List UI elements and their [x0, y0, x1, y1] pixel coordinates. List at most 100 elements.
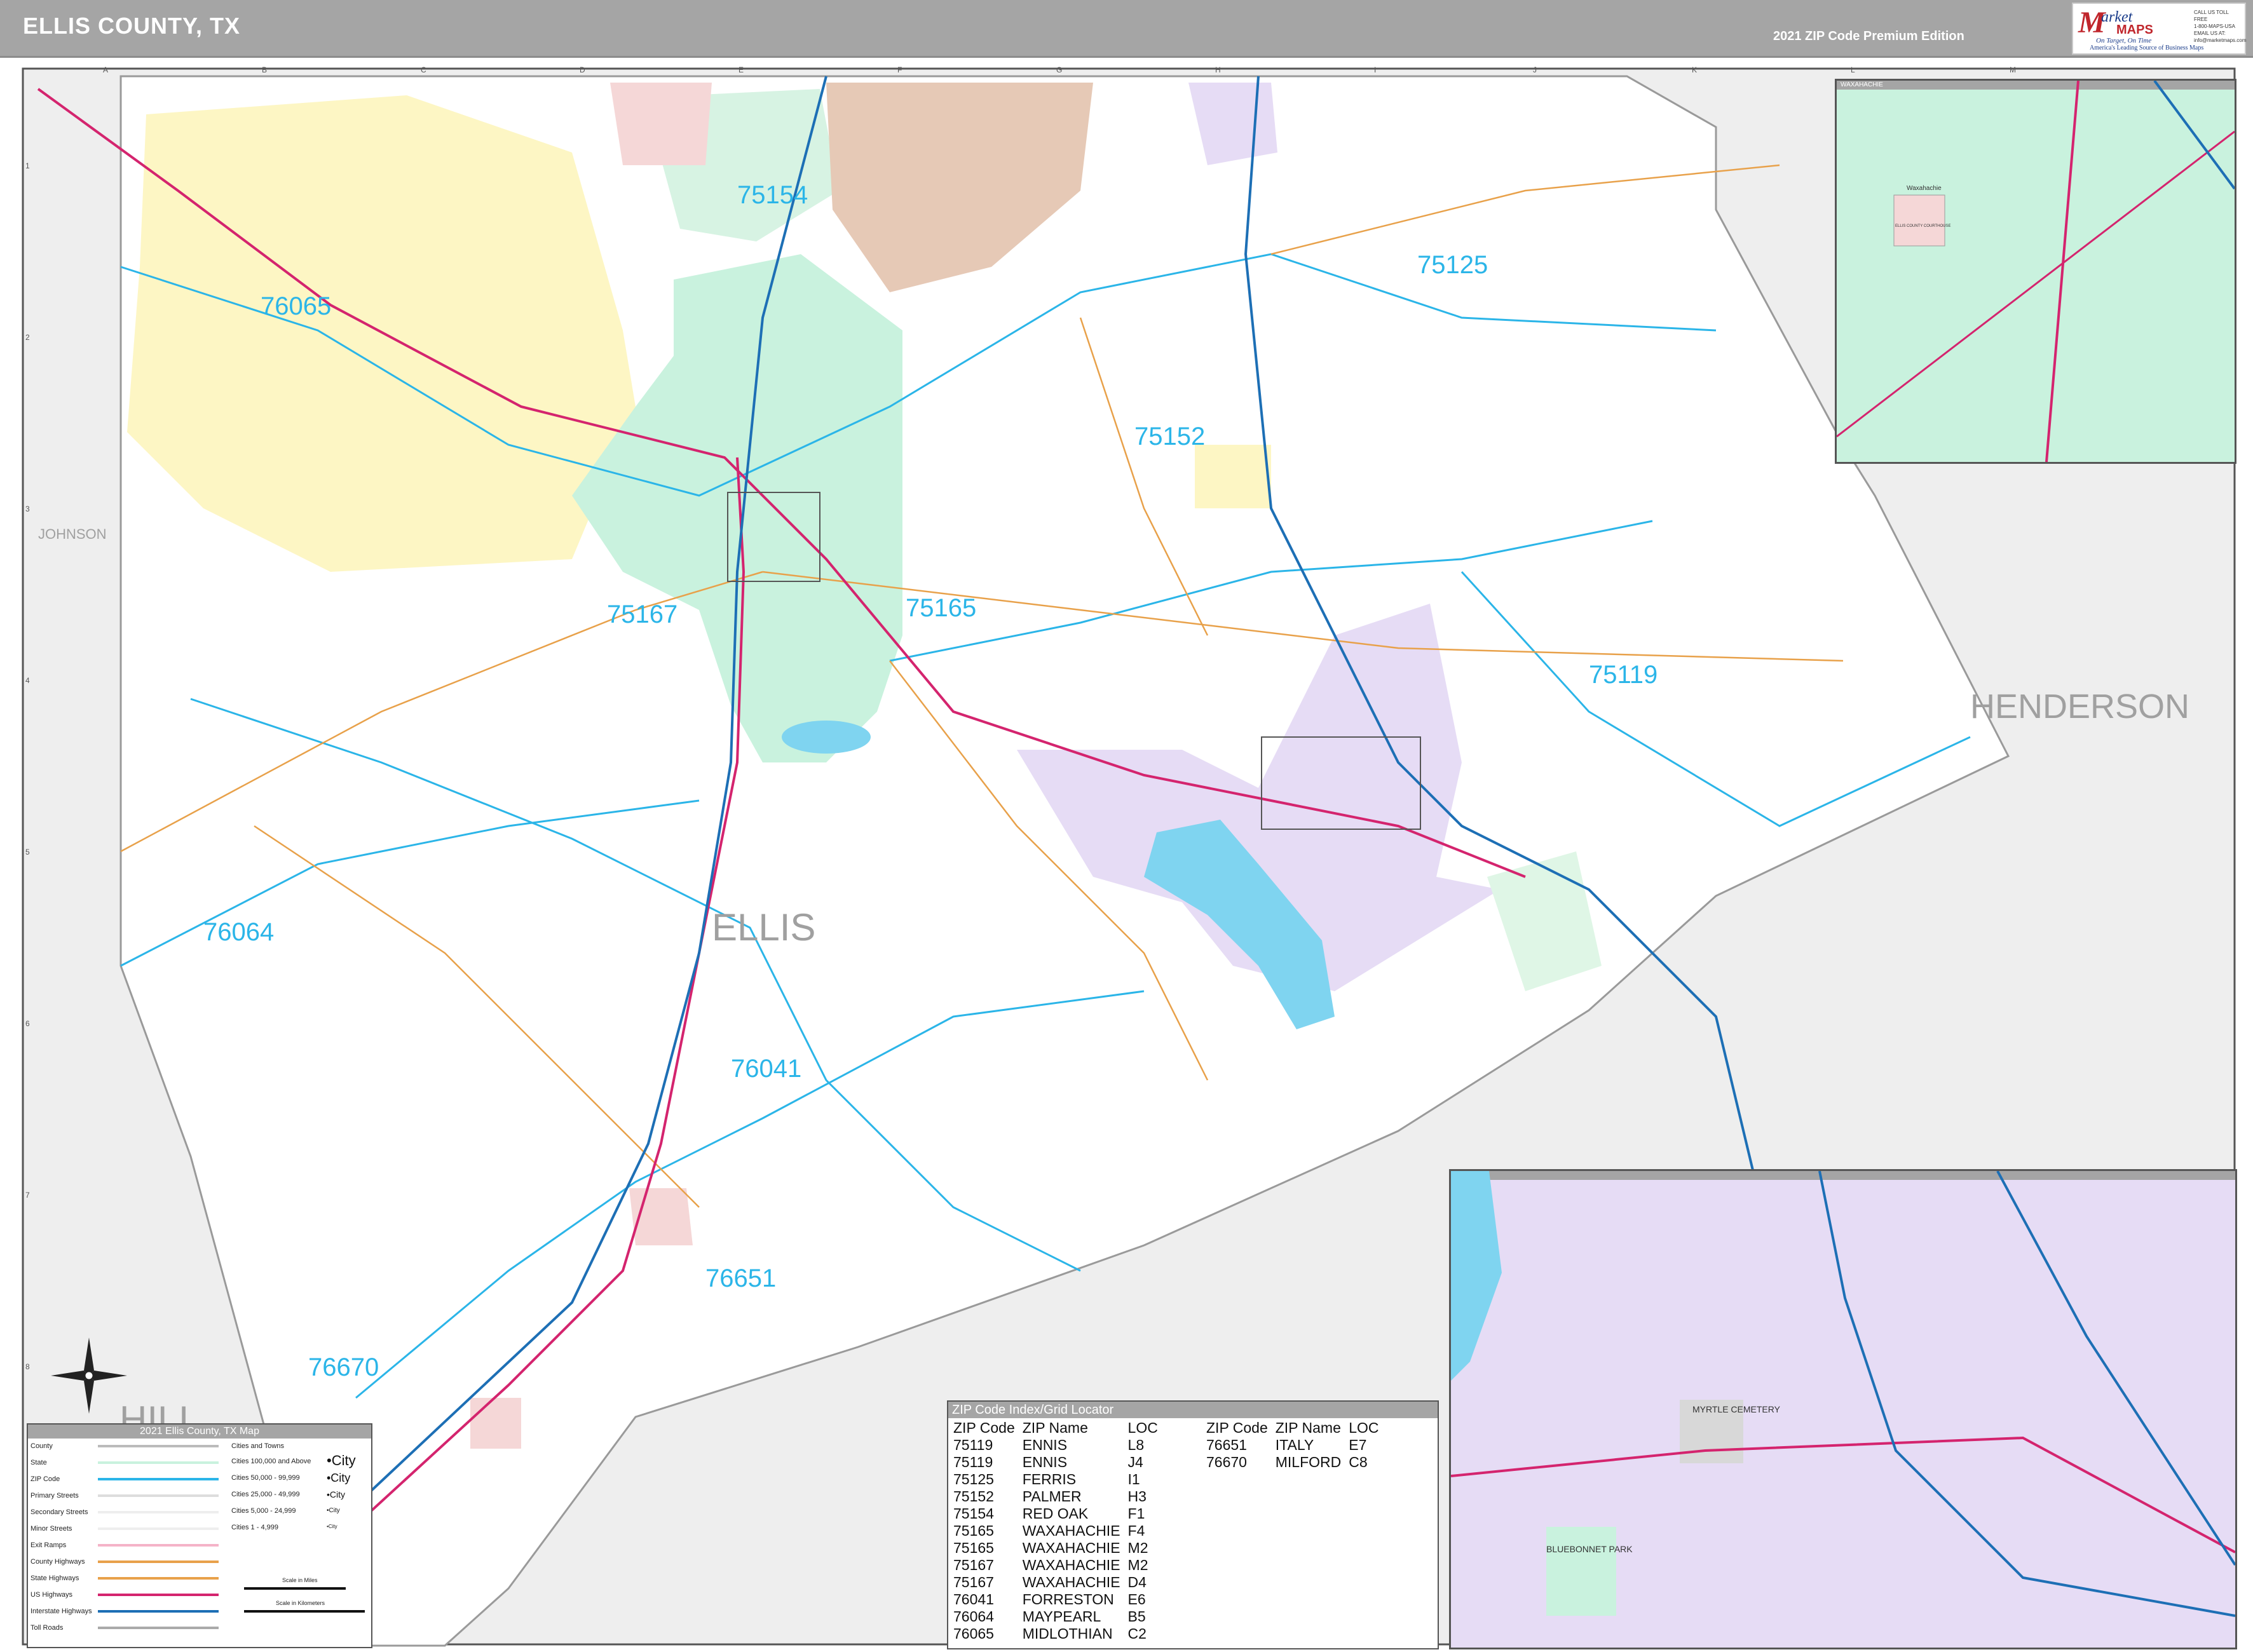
- zip-label: 75165: [906, 594, 976, 622]
- table-row: 75167 WAXAHACHIE D4: [950, 1574, 1162, 1591]
- zip-cell: 76064: [953, 1608, 994, 1625]
- table-header-row: ZIP Code ZIP Name LOC: [1202, 1419, 1383, 1437]
- zip-label: 75152: [1134, 423, 1205, 450]
- zip-label: 75125: [1417, 251, 1488, 279]
- legend-city-item: Cities 100,000 and Above: [231, 1458, 311, 1465]
- grid-row-label: 4: [25, 676, 30, 685]
- name-cell: MAYPEARL: [1022, 1608, 1101, 1625]
- legend-swatch: [98, 1511, 219, 1513]
- inset-place-label: Waxahachie: [1907, 185, 1942, 192]
- grid-column-label: G: [1056, 65, 1062, 74]
- table-row: 76041 FORRESTON E6: [950, 1591, 1162, 1608]
- grid-row-label: 8: [25, 1362, 30, 1371]
- grid-row-label: 3: [25, 504, 30, 513]
- column-header: ZIP Name: [1022, 1419, 1088, 1436]
- table-header-row: ZIP Code ZIP Name LOC: [950, 1419, 1162, 1437]
- loc-cell: C8: [1349, 1454, 1368, 1470]
- loc-cell: H3: [1127, 1488, 1147, 1505]
- zip-label: 76651: [705, 1264, 776, 1292]
- ennis-inset[interactable]: ENNIS MYRTLE CEMETERY BLUEBONNET PARK: [1449, 1169, 2237, 1649]
- zip-label: 75167: [607, 600, 677, 628]
- table-row: 75165 WAXAHACHIE M2: [950, 1540, 1162, 1557]
- ennis-inset-map: MYRTLE CEMETERY BLUEBONNET PARK: [1451, 1171, 2235, 1617]
- loc-cell: E6: [1127, 1591, 1146, 1608]
- inset-place-label: MYRTLE CEMETERY: [1692, 1404, 1781, 1414]
- legend-item: Exit Ramps: [31, 1541, 67, 1549]
- waxahachie-inset[interactable]: WAXAHACHIE Waxahachie ELLIS COUNTY COURT…: [1835, 79, 2236, 464]
- loc-cell: E7: [1349, 1437, 1367, 1453]
- name-cell: ITALY: [1275, 1437, 1314, 1453]
- table-row: 75167 WAXAHACHIE M2: [950, 1557, 1162, 1574]
- zip-index-table-right: ZIP Code ZIP Name LOC 76651 ITALY E7 76670…: [1202, 1419, 1383, 1471]
- grid-column-label: F: [897, 65, 902, 74]
- loc-cell: I1: [1127, 1471, 1140, 1487]
- zip-cell: 75165: [953, 1522, 994, 1539]
- table-row: 75119 ENNIS L8: [950, 1437, 1162, 1454]
- legend-item: Toll Roads: [31, 1624, 64, 1632]
- grid-column-label: A: [103, 65, 108, 74]
- loc-cell: M2: [1127, 1540, 1148, 1556]
- grid-column-label: L: [1851, 65, 1855, 74]
- zip-cell: 75119: [953, 1454, 993, 1470]
- legend-swatch: [98, 1494, 219, 1497]
- scale-km-label: Scale in Kilometers: [276, 1600, 325, 1606]
- table-row: 76651 ITALY E7: [1202, 1437, 1383, 1454]
- legend-city-header: Cities and Towns: [231, 1442, 284, 1450]
- name-cell: ENNIS: [1022, 1454, 1068, 1470]
- legend-swatch: [98, 1594, 219, 1596]
- grid-column-label: H: [1215, 65, 1221, 74]
- zip-index-title: ZIP Code Index/Grid Locator: [948, 1402, 1438, 1418]
- table-row: 75165 WAXAHACHIE F4: [950, 1522, 1162, 1540]
- lake-waxahachie: [782, 721, 871, 754]
- grid-column-label: I: [1374, 65, 1376, 74]
- column-header: LOC: [1349, 1419, 1379, 1436]
- zip-cell: 76041: [953, 1591, 994, 1608]
- legend-swatch: [98, 1478, 219, 1480]
- city-area-glenn-heights: [610, 83, 712, 165]
- grid-column-label: C: [421, 65, 426, 74]
- zip-cell: 75167: [953, 1574, 994, 1590]
- name-cell: FORRESTON: [1022, 1591, 1114, 1608]
- grid-row-label: 2: [25, 333, 30, 342]
- legend-item: Interstate Highways: [31, 1608, 92, 1615]
- legend-swatch: [98, 1461, 219, 1464]
- legend-swatch: [98, 1610, 219, 1613]
- scale-bar-km: [244, 1610, 365, 1613]
- zip-cell: 76670: [1206, 1454, 1247, 1470]
- legend-item: Primary Streets: [31, 1492, 79, 1500]
- legend-swatch: [98, 1627, 219, 1629]
- legend-city-item: Cities 1 - 4,999: [231, 1524, 278, 1531]
- legend-city-sample: •City: [327, 1489, 346, 1500]
- neighbor-county-label: HENDERSON: [1970, 687, 2189, 726]
- loc-cell: L8: [1127, 1437, 1145, 1453]
- legend-swatch: [98, 1544, 219, 1547]
- inset-place-label: BLUEBONNET PARK: [1546, 1544, 1633, 1554]
- county-label: ELLIS: [712, 906, 815, 949]
- legend-item: Secondary Streets: [31, 1508, 88, 1516]
- name-cell: WAXAHACHIE: [1022, 1574, 1120, 1590]
- grid-column-label: K: [1692, 65, 1697, 74]
- zip-label: 76064: [203, 918, 274, 946]
- grid-row-label: 6: [25, 1019, 30, 1028]
- zip-label: 75154: [737, 181, 808, 209]
- loc-cell: D4: [1127, 1574, 1147, 1590]
- legend-title: 2021 Ellis County, TX Map: [28, 1425, 371, 1439]
- zip-label: 76041: [731, 1055, 801, 1083]
- zip-cell: 75165: [953, 1540, 994, 1556]
- loc-cell: J4: [1127, 1454, 1143, 1470]
- legend-city-item: Cities 50,000 - 99,999: [231, 1474, 300, 1482]
- loc-cell: F4: [1127, 1522, 1145, 1539]
- name-cell: MIDLOTHIAN: [1022, 1625, 1113, 1642]
- loc-cell: M2: [1127, 1557, 1148, 1573]
- zip-code-index: ZIP Code Index/Grid Locator ZIP Code ZIP…: [947, 1400, 1439, 1649]
- zip-cell: 75119: [953, 1437, 993, 1453]
- legend-item: State: [31, 1459, 47, 1466]
- column-header: ZIP Code: [953, 1419, 1015, 1436]
- zip-index-table-left: ZIP Code ZIP Name LOC 75119 ENNIS L8 75119…: [950, 1419, 1162, 1642]
- grid-column-label: J: [1533, 65, 1537, 74]
- table-row: 76065 MIDLOTHIAN C2: [950, 1625, 1162, 1642]
- name-cell: FERRIS: [1022, 1471, 1077, 1487]
- zip-label: 76065: [261, 292, 331, 320]
- city-area-midlothian: [127, 95, 636, 572]
- table-row: 76064 MAYPEARL B5: [950, 1608, 1162, 1625]
